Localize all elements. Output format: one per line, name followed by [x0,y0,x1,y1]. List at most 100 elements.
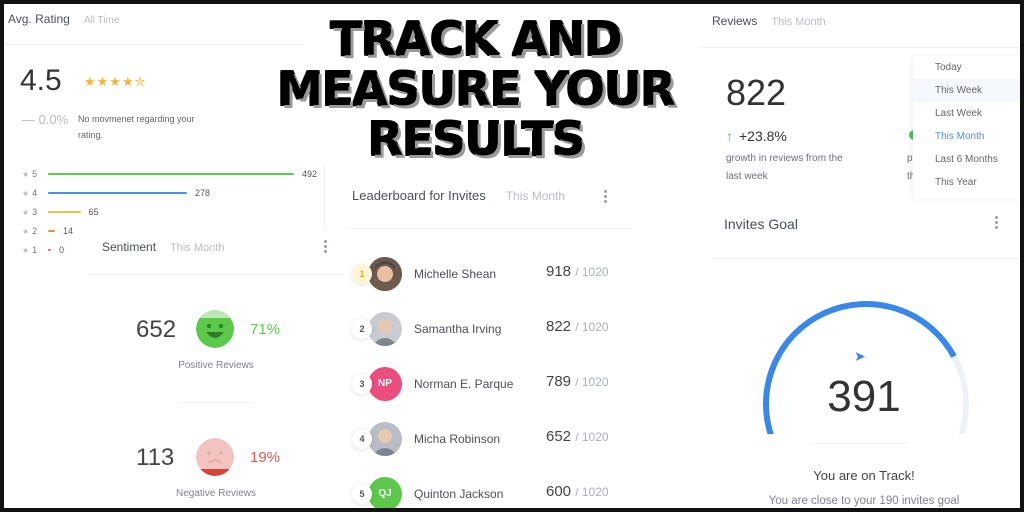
avatar: NP [368,367,402,401]
member-name: Norman E. Parque [414,377,514,391]
star-number: 5 [32,168,38,179]
star-label: ★ 5 [22,169,48,179]
dropdown-option[interactable]: Today [913,56,1020,79]
avg-rating-period[interactable]: All Time [84,15,120,26]
avatar [368,422,402,456]
avg-rating-value: 4.5 [20,64,62,97]
leaderboard-row[interactable]: 5 QJ Quinton Jackson 600 / 1020 [344,474,634,508]
headline: TRACK AND MEASURE YOUR RESULTS [236,14,716,164]
leaderboard-header: Leaderboard for Invites This Month [352,188,565,203]
rating-delta: — 0.0% [22,112,69,127]
rating-bar-count: 0 [59,244,65,255]
more-options-icon[interactable] [995,216,999,229]
dropdown-option[interactable]: This Week [913,79,1020,102]
positive-count: 652 [136,316,177,343]
leaderboard-row[interactable]: 1 Michelle Shean 918 / 1020 [344,254,634,294]
score-value: 918 [546,263,572,280]
negative-percent: 19% [250,449,281,466]
star-number: 3 [32,206,38,217]
growth-value: +23.8% [739,128,787,144]
send-arrow-icon: ➤ [854,348,866,364]
rating-bar-row: ★ 4 278 [22,183,317,202]
dropdown-option[interactable]: Last Week [913,102,1020,125]
star-label: ★ 4 [22,188,48,198]
sad-face-icon [196,438,234,476]
divider [712,258,1020,259]
invite-score: 789 / 1020 [546,373,609,390]
star-number: 4 [32,187,38,198]
leaderboard-row[interactable]: 4 Micha Robinson 652 / 1020 [344,419,634,459]
rating-bar [48,248,51,251]
divider [700,47,1020,48]
rating-bar [48,210,81,213]
score-value: 789 [546,373,572,390]
divider [178,402,254,403]
avatar [368,257,402,291]
dropdown-option[interactable]: This Year [913,171,1020,194]
headline-line: MEASURE YOUR [277,62,676,116]
star-icon: ★ [22,245,30,255]
more-options-icon[interactable] [604,190,608,203]
rank-badge: 5 [352,484,372,504]
negative-sentiment-row: 113 19% [88,438,344,478]
status-message: You are on Track! [813,468,915,483]
dashboard-collage: Avg. Rating All Time 4.5 ★★★★✮ — 0.0% No… [0,0,1024,512]
star-icon: ★ [22,188,30,198]
positive-sentiment-row: 652 71% [88,310,344,350]
sentiment-header: Sentiment This Month [102,240,224,254]
member-name: Quinton Jackson [414,487,504,501]
star-label: ★ 2 [22,226,48,236]
rating-bar-row: ★ 5 492 [22,164,317,183]
rating-note: No movmenet regarding your rating. [78,114,195,140]
score-value: 600 [546,483,572,500]
rating-bar-count: 14 [63,225,74,236]
score-total: / 1020 [575,265,609,279]
star-icon: ★ [22,226,30,236]
star-icon: ★ [22,207,30,217]
negative-count: 113 [136,444,175,471]
rank-badge: 3 [352,374,372,394]
member-name: Michelle Shean [414,267,497,281]
leaderboard-title: Leaderboard for Invites [352,188,486,203]
member-name: Samantha Irving [414,322,502,336]
arrow-up-icon: ↑ [726,128,733,144]
avg-rating-title: Avg. Rating [8,12,70,26]
divider [346,228,632,229]
happy-face-icon [196,310,234,348]
dropdown-option[interactable]: Last 6 Months [913,148,1020,171]
star-label: ★ 3 [22,207,48,217]
leaderboard-period[interactable]: This Month [506,189,565,203]
leaderboard-row[interactable]: 2 Samantha Irving 822 / 1020 [344,309,634,349]
sentiment-period[interactable]: This Month [170,242,224,254]
invite-score: 600 / 1020 [546,483,609,500]
leaderboard-row[interactable]: 3 NP Norman E. Parque 789 / 1020 [344,364,634,404]
rating-bar [48,229,55,232]
growth-description: growth in reviews from the last week [726,153,843,182]
rating-bar-count: 278 [195,187,211,198]
sentiment-title: Sentiment [102,240,157,254]
rating-bar [48,191,187,194]
score-total: / 1020 [575,320,609,334]
dropdown-option[interactable]: This Month [913,125,1020,148]
star-icon: ★ [22,169,30,179]
member-name: Micha Robinson [414,432,501,446]
invites-goal-title: Invites Goal [724,216,798,232]
star-number: 1 [32,244,38,255]
headline-line: TRACK AND [330,12,622,66]
score-value: 652 [546,428,572,445]
invites-count: 391 [827,372,901,421]
reviews-period[interactable]: This Month [771,16,825,28]
more-options-icon[interactable] [324,240,328,253]
sentiment-panel: Sentiment This Month 652 71% Positive Re… [88,230,344,508]
divider [88,274,344,275]
avatar [368,312,402,346]
rank-badge: 1 [352,264,372,284]
rating-bar-count: 65 [88,206,99,217]
divider [324,164,325,234]
rank-badge: 4 [352,429,372,449]
invite-score: 822 / 1020 [546,318,609,335]
reviews-value: 822 [726,72,787,113]
headline-line: RESULTS [367,112,586,166]
star-label: ★ 1 [22,245,48,255]
score-total: / 1020 [575,375,609,389]
